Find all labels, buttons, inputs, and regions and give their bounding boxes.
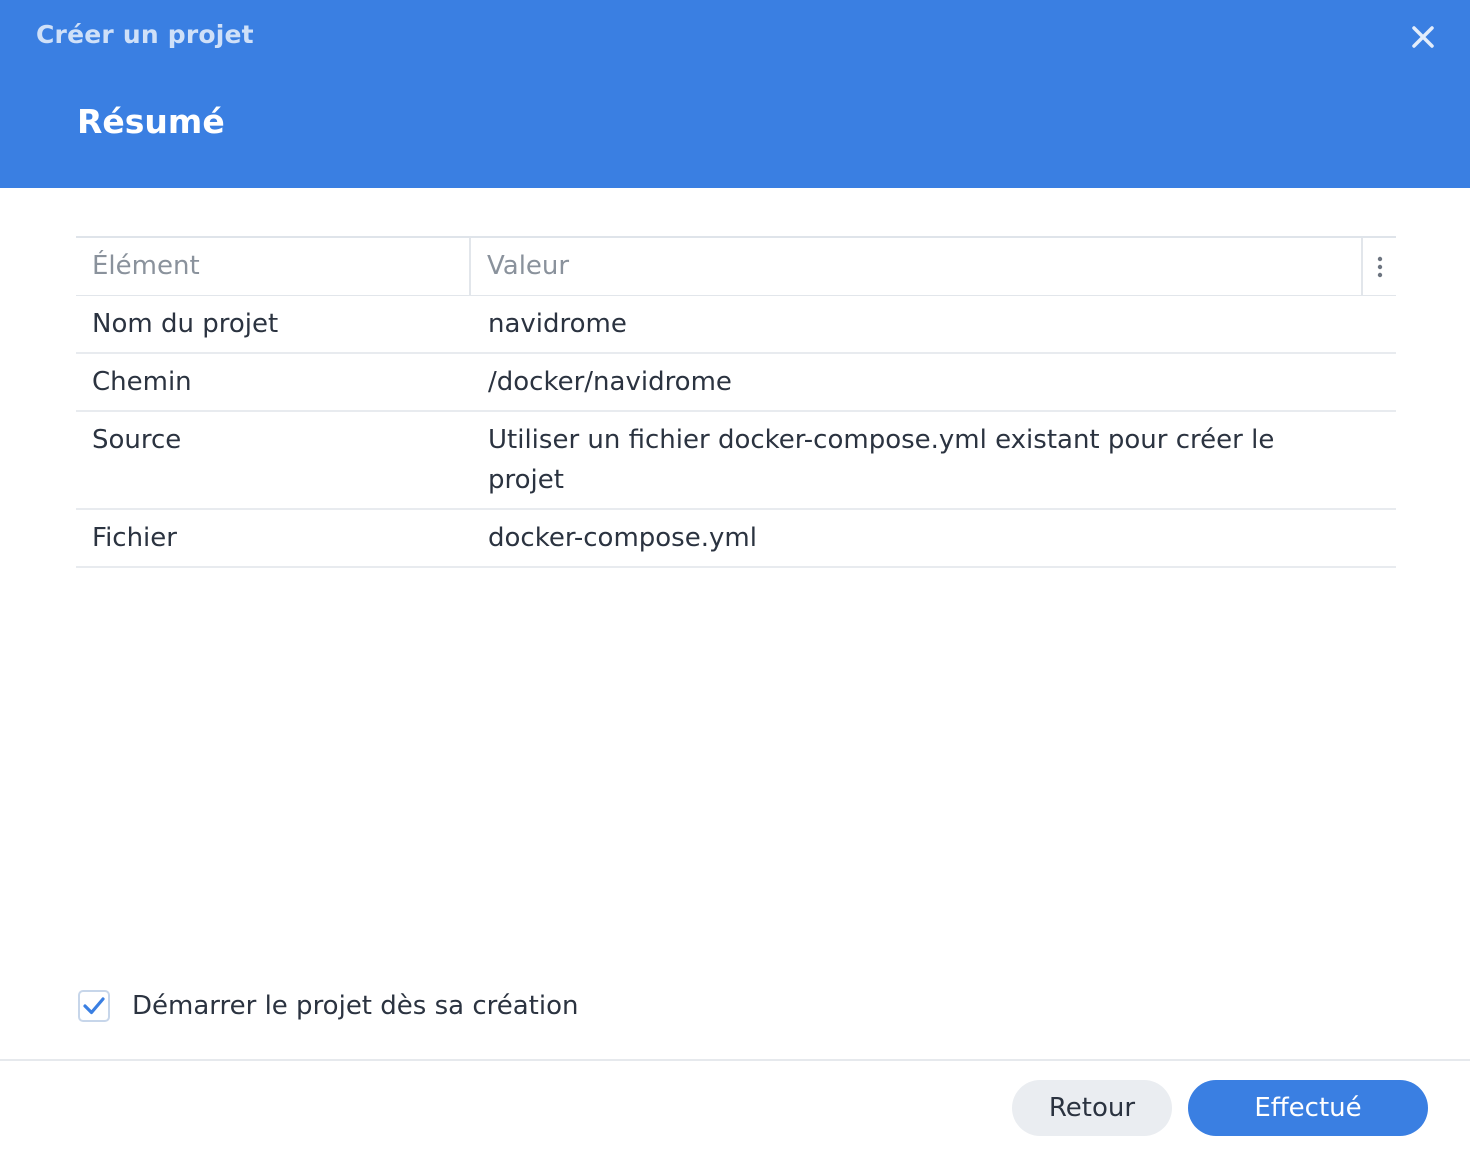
row-value: navidrome xyxy=(488,309,627,339)
column-menu-button[interactable] xyxy=(1363,238,1396,295)
summary-table: Élément Valeur Nom du projet navidrome C… xyxy=(76,236,1396,568)
close-icon xyxy=(1412,26,1434,48)
row-value: docker-compose.yml xyxy=(488,523,757,553)
table-row: Fichier docker-compose.yml xyxy=(76,510,1396,568)
vertical-dots-icon xyxy=(1377,256,1382,277)
start-on-create-option[interactable]: Démarrer le projet dès sa création xyxy=(78,990,578,1022)
table-row: Chemin /docker/navidrome xyxy=(76,354,1396,412)
back-button[interactable]: Retour xyxy=(1012,1080,1172,1136)
row-item-label: Nom du projet xyxy=(92,309,279,339)
start-on-create-label[interactable]: Démarrer le projet dès sa création xyxy=(132,991,578,1021)
row-value: Utiliser un fichier docker-compose.yml e… xyxy=(488,425,1275,495)
column-header-value[interactable]: Valeur xyxy=(471,238,1363,295)
row-value: /docker/navidrome xyxy=(488,367,732,397)
row-item-label: Source xyxy=(92,425,182,455)
footer-divider xyxy=(0,1059,1470,1061)
checkmark-icon xyxy=(83,997,105,1015)
row-item-label: Fichier xyxy=(92,523,177,553)
close-button[interactable] xyxy=(1406,20,1440,54)
table-header: Élément Valeur xyxy=(76,238,1396,296)
table-row: Source Utiliser un fichier docker-compos… xyxy=(76,412,1396,510)
row-item-label: Chemin xyxy=(92,367,192,397)
done-button[interactable]: Effectué xyxy=(1188,1080,1428,1136)
create-project-dialog: Créer un projet Résumé Élément Valeur No… xyxy=(0,0,1470,1150)
step-title: Résumé xyxy=(77,102,225,141)
table-row: Nom du projet navidrome xyxy=(76,296,1396,354)
column-header-item[interactable]: Élément xyxy=(76,238,471,295)
start-on-create-checkbox[interactable] xyxy=(78,990,110,1022)
dialog-header: Créer un projet Résumé xyxy=(0,0,1470,188)
window-title: Créer un projet xyxy=(36,20,254,49)
